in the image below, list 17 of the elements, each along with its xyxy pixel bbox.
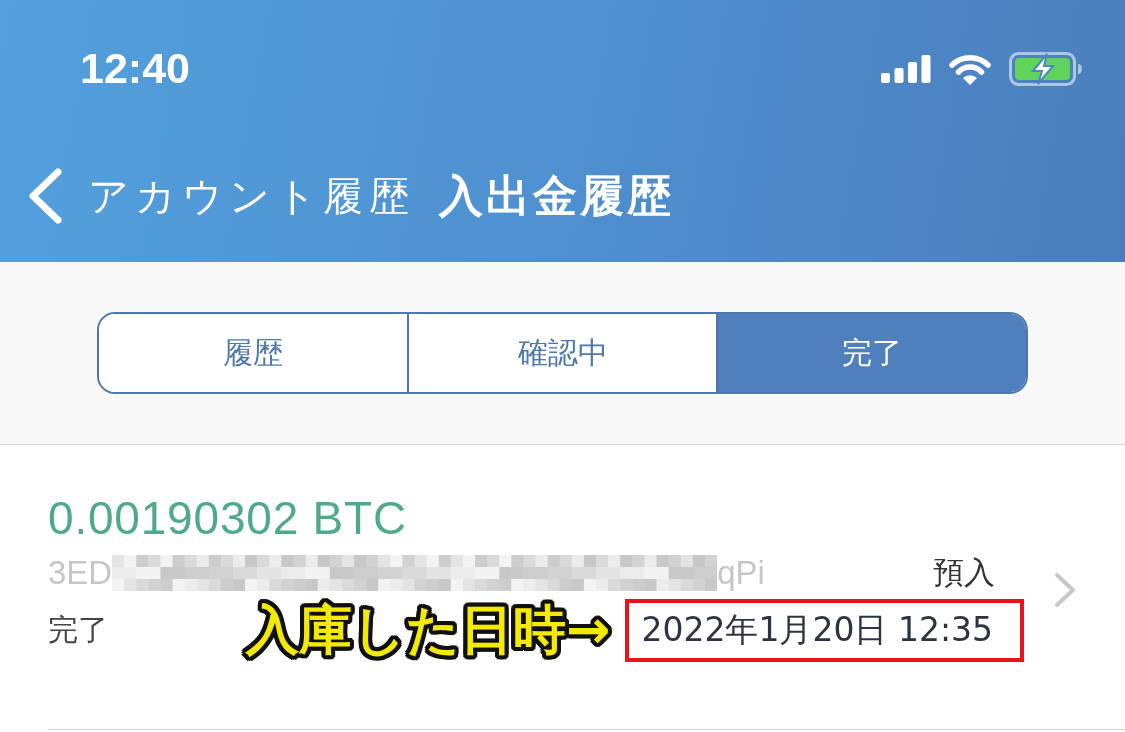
- segment-tab[interactable]: 完了: [716, 314, 1026, 392]
- signal-icon: [881, 55, 931, 83]
- nav-title: 入出金履歴: [439, 168, 674, 223]
- address-suffix: qPi: [717, 554, 765, 592]
- highlighted-date: 2022年1月20日 12:35: [625, 598, 1024, 662]
- address-prefix: 3ED: [48, 554, 113, 592]
- status-time: 12:40: [80, 46, 190, 90]
- wifi-icon: [949, 53, 991, 85]
- battery-charging-icon: [1009, 52, 1083, 86]
- amount-text: 0.00190302 BTC: [48, 491, 408, 546]
- back-chevron-icon: [28, 168, 62, 224]
- callout-label: 入庫した日時→: [244, 600, 612, 660]
- chevron-right-icon: [1053, 572, 1077, 608]
- transaction-type: 預入: [933, 553, 995, 592]
- back-button[interactable]: アカウント履歴: [28, 168, 415, 224]
- status-text: 完了: [48, 610, 108, 649]
- transaction-row[interactable]: 0.00190302 BTC 3ED qPi 預入 完了 入庫した日時→ 2022年1月20日 12:35: [48, 445, 1125, 730]
